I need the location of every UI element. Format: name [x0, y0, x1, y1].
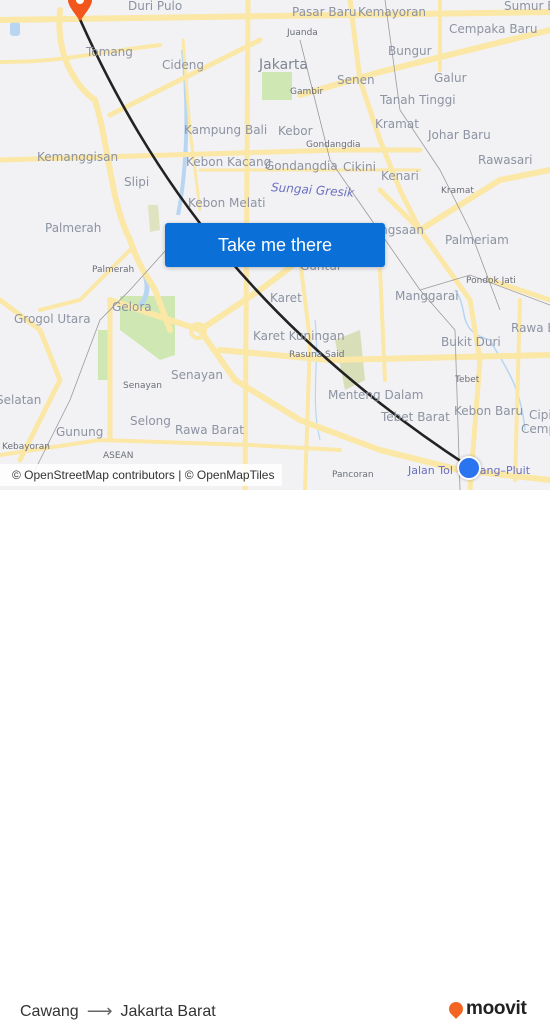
destination-label: Jakarta Barat: [120, 1002, 216, 1020]
map-place-label: Gunung: [56, 425, 104, 439]
map-place-label: Duri Pulo: [128, 0, 183, 13]
map-place-label: Gelora: [112, 300, 152, 314]
map-place-label: Pondok Jati: [466, 276, 516, 286]
map-place-label: Selatan: [0, 393, 42, 407]
map-place-label: Tebet: [455, 375, 480, 385]
origin-label: Cawang: [20, 1002, 79, 1020]
map-place-label: Karet Kuningan: [253, 329, 345, 343]
map-place-label: Pancoran: [332, 470, 374, 480]
arrow-right-icon: ⟶: [86, 1001, 113, 1021]
map-place-label: Palmeriam: [445, 233, 509, 247]
map-place-label: Bungur: [388, 44, 432, 58]
map-place-label: Johar Baru: [428, 128, 491, 142]
origin-marker-icon[interactable]: [457, 456, 481, 480]
map-place-label: Kebon Kacang: [186, 155, 272, 169]
map-place-label: Cempaka Baru: [449, 22, 538, 36]
map-place-label: Bukit Duri: [441, 335, 501, 349]
map-place-label: Rawa B: [511, 321, 550, 335]
map-place-label: Tanah Tinggi: [380, 93, 456, 107]
map-place-label: Slipi: [124, 175, 150, 189]
map-place-label: Senayan: [171, 368, 224, 382]
map-place-label: Gondangdia: [265, 159, 338, 173]
park-area: [262, 72, 292, 100]
take-me-there-button[interactable]: Take me there: [165, 223, 385, 267]
map-place-label: Cikini: [343, 160, 376, 174]
map-attribution[interactable]: © OpenStreetMap contributors | © OpenMap…: [0, 464, 283, 486]
map-place-label: Senayan: [123, 381, 163, 391]
brand-name: moovit: [466, 998, 527, 1019]
moovit-logo[interactable]: moovit: [446, 998, 527, 1020]
map-place-label: Rawa Barat: [175, 423, 244, 437]
destination-pin-icon[interactable]: [66, 0, 94, 22]
map-place-label: Kemanggisan: [37, 150, 119, 164]
map-place-label: Tomang: [86, 45, 133, 59]
map-view[interactable]: Duri Pulo Pasar BaruKemayoran Sumur Ba Juan…: [0, 0, 550, 490]
map-place-label: Gambir: [290, 87, 324, 97]
map-place-label: Kampung Bali: [184, 123, 268, 137]
park-area: [148, 205, 160, 232]
map-place-label: Cideng: [162, 58, 204, 72]
map-place-label: Galur: [434, 71, 467, 85]
map-place-label: Jakarta: [259, 57, 308, 73]
map-place-label: Kramat: [441, 186, 474, 196]
map-place-label: Sumur Ba: [504, 0, 550, 13]
map-place-label: Kramat: [375, 117, 419, 131]
map-place-label: Rawasari: [478, 153, 533, 167]
map-place-label: Cipi: [529, 408, 550, 422]
map-place-label: Palmerah: [45, 221, 102, 235]
map-place-label: Pasar Baru: [292, 5, 357, 19]
map-place-label: Manggarai: [395, 289, 459, 303]
map-place-label: Gondangdia: [306, 140, 361, 150]
map-place-label: ASEAN: [103, 451, 134, 461]
map-place-label: Palmerah: [92, 265, 135, 275]
map-place-label: Cemp: [521, 422, 550, 436]
map-place-label: Rasuna Said: [289, 350, 345, 360]
footer-bar: Cawang ⟶ Jakarta Barat moovit: [0, 490, 550, 1021]
map-place-label: Grogol Utara: [14, 312, 91, 326]
map-place-label: Senen: [337, 73, 375, 87]
map-place-label: Kemayoran: [358, 5, 427, 19]
map-place-label: Selong: [130, 414, 171, 428]
map-place-label: Karet: [270, 291, 302, 305]
map-place-label: Kebayoran: [2, 442, 50, 452]
map-place-label: Kebon Melati: [188, 196, 266, 210]
moovit-pin-icon: [446, 999, 466, 1019]
map-place-label: Kebor: [278, 124, 313, 138]
map-place-label: Menteng Dalam: [328, 388, 424, 402]
map-place-label: Kebon Baru: [454, 404, 524, 418]
map-place-label: Tebet Barat: [381, 410, 450, 424]
route-summary: Cawang ⟶ Jakarta Barat: [20, 1001, 216, 1022]
map-place-label: Kenari: [381, 169, 419, 183]
map-place-label: Juanda: [287, 28, 318, 38]
